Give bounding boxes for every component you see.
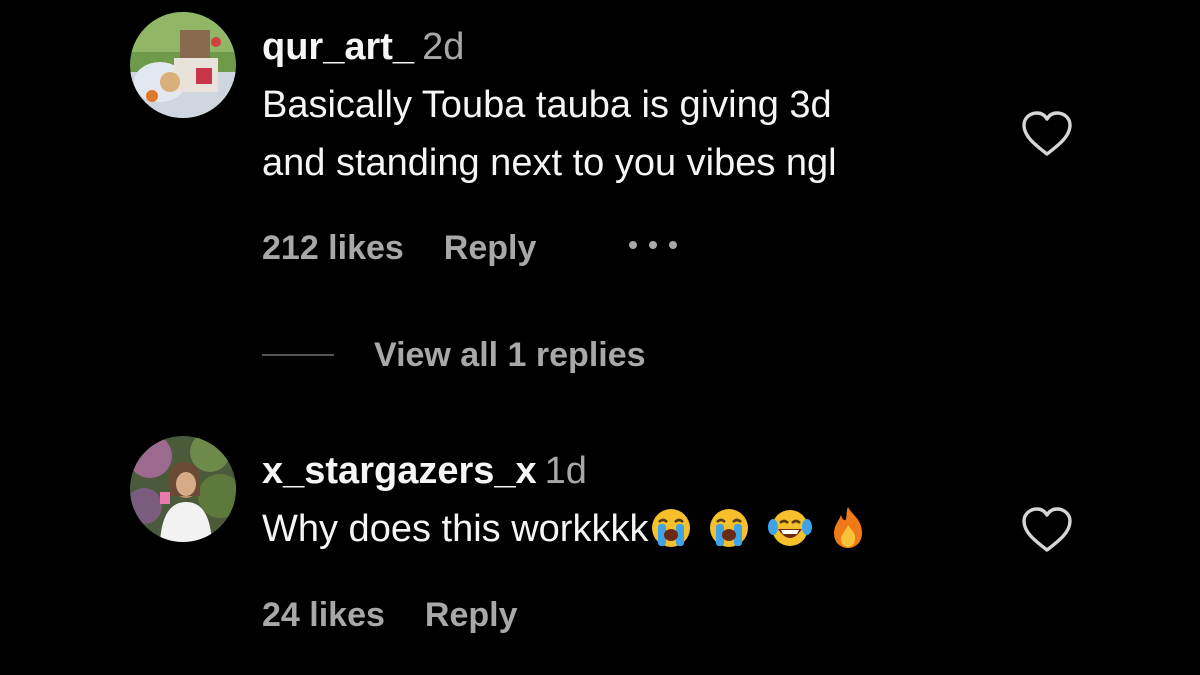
comment-text: Why does this workkkk	[262, 500, 982, 566]
replies-divider	[262, 354, 334, 356]
username[interactable]: x_stargazers_x	[262, 450, 537, 492]
likes-count[interactable]: 24 likes	[262, 596, 385, 634]
comment-actions: 24 likes Reply	[262, 598, 517, 632]
view-replies-row: View all 1 replies	[262, 336, 762, 376]
likes-count[interactable]: 212 likes	[262, 229, 404, 267]
heart-outline-icon[interactable]	[1020, 506, 1074, 554]
username[interactable]: qur_art_	[262, 26, 414, 68]
comment-text-line: and standing next to you vibes ngl	[262, 142, 837, 184]
comment-text-line: Basically Touba tauba is giving 3d	[262, 84, 832, 126]
fire-icon	[830, 505, 866, 566]
comment-text-line: Why does this workkkk	[262, 508, 649, 550]
comment-text: Basically Touba tauba is giving 3d and s…	[262, 76, 982, 192]
heart-outline-icon[interactable]	[1020, 110, 1074, 158]
avatar[interactable]	[130, 12, 236, 118]
reply-button[interactable]: Reply	[425, 596, 518, 634]
reply-button[interactable]: Reply	[444, 229, 537, 267]
comment-header: qur_art_ 2d	[262, 28, 464, 66]
timestamp: 1d	[544, 450, 587, 492]
loudly-crying-face-icon	[708, 507, 750, 566]
avatar[interactable]	[130, 436, 236, 542]
comment-header: x_stargazers_x 1d	[262, 452, 587, 490]
more-options-icon[interactable]	[626, 238, 682, 252]
timestamp: 2d	[422, 26, 465, 68]
view-replies-button[interactable]: View all 1 replies	[374, 338, 646, 372]
tears-of-joy-face-icon	[768, 507, 813, 566]
comment-actions: 212 likes Reply	[262, 231, 536, 265]
loudly-crying-face-icon	[650, 507, 692, 566]
